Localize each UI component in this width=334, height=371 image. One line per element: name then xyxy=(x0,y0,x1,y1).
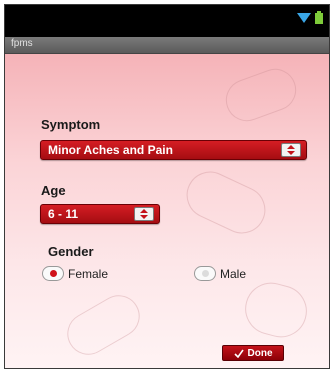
symptom-dropdown-arrow[interactable] xyxy=(281,143,301,157)
phone-frame: fpms Symptom Minor Aches and Pain Age 6 … xyxy=(4,4,330,369)
status-icons xyxy=(297,11,323,24)
symptom-selected-value: Minor Aches and Pain xyxy=(48,143,173,157)
main-content: Symptom Minor Aches and Pain Age 6 - 11 … xyxy=(5,54,329,368)
background-pill-decoration xyxy=(178,163,274,242)
wifi-icon xyxy=(297,12,311,23)
done-button[interactable]: Done xyxy=(222,345,284,361)
up-down-arrows-icon xyxy=(287,145,295,155)
background-pill-decoration xyxy=(59,287,148,363)
status-bar xyxy=(5,5,329,37)
age-selected-value: 6 - 11 xyxy=(48,207,79,221)
up-down-arrows-icon xyxy=(140,209,148,219)
background-pill-decoration xyxy=(239,276,313,344)
symptom-label: Symptom xyxy=(41,117,101,132)
age-label: Age xyxy=(41,183,66,198)
radio-checked-dot xyxy=(49,270,57,277)
done-button-label: Done xyxy=(247,347,273,359)
female-label: Female xyxy=(68,266,109,281)
battery-icon xyxy=(315,11,323,24)
male-label: Male xyxy=(220,266,247,281)
age-dropdown-arrow[interactable] xyxy=(134,207,154,221)
app-title-bar: fpms xyxy=(5,37,329,54)
gender-option-female[interactable]: Female xyxy=(42,266,108,281)
female-radio[interactable] xyxy=(42,266,64,281)
male-radio[interactable] xyxy=(194,266,216,281)
gender-label: Gender xyxy=(48,244,94,259)
gender-option-male[interactable]: Male xyxy=(194,266,246,281)
symptom-dropdown[interactable]: Minor Aches and Pain xyxy=(40,140,307,160)
app-title: fpms xyxy=(11,38,33,49)
age-dropdown[interactable]: 6 - 11 xyxy=(40,204,160,224)
hand-check-icon xyxy=(233,349,244,358)
background-pill-decoration xyxy=(219,62,303,128)
radio-unchecked-dot xyxy=(201,270,209,277)
